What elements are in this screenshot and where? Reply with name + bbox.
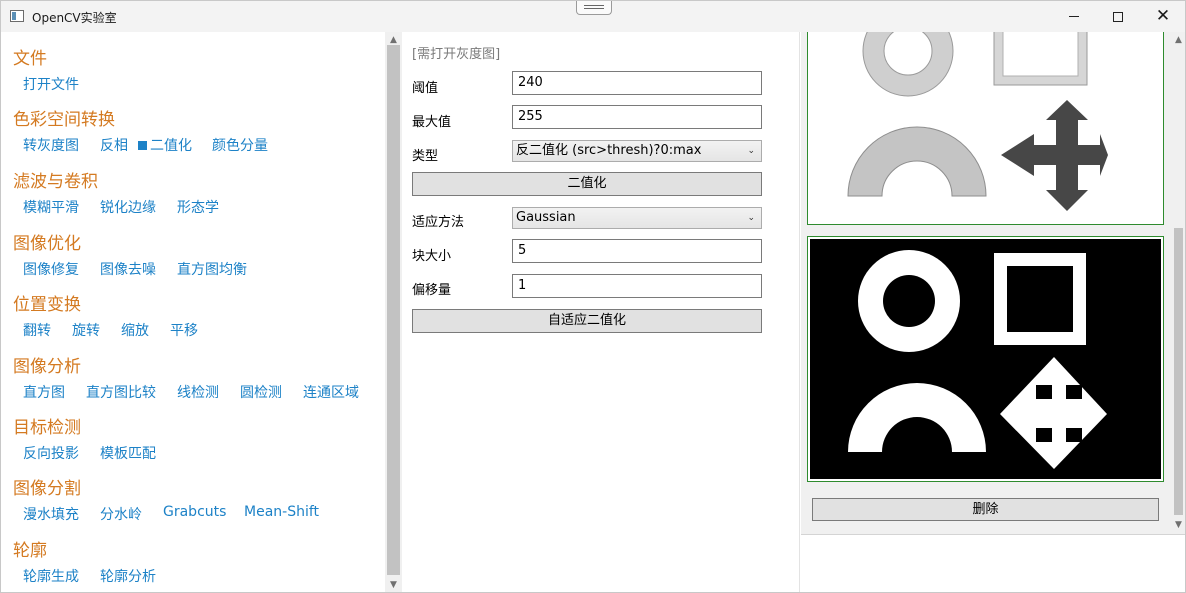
nav-item-mean-shift[interactable]: Mean-Shift [244, 504, 319, 520]
nav-item-flip[interactable]: 翻转 [23, 320, 51, 340]
nav-category: 图像优化 [13, 234, 81, 254]
nav-section-filter: 滤波与卷积 模糊平滑 锐化边缘 形态学 [13, 171, 219, 216]
source-image[interactable] [807, 32, 1164, 225]
nav-item-color-channels[interactable]: 颜色分量 [212, 135, 268, 155]
nav-item-morphology[interactable]: 形态学 [177, 197, 219, 217]
binarize-button[interactable]: 二值化 [412, 172, 762, 196]
image-results-panel: 删除 [801, 32, 1170, 534]
nav-item-back-projection[interactable]: 反向投影 [23, 443, 79, 463]
nav-section-detection: 目标检测 反向投影 模板匹配 [13, 417, 156, 462]
scroll-thumb[interactable] [1174, 228, 1183, 515]
nav-category: 图像分析 [13, 357, 81, 377]
chevron-down-icon: ⌄ [747, 146, 755, 156]
nav-item-hist-equalize[interactable]: 直方图均衡 [177, 259, 247, 279]
drag-handle[interactable] [576, 1, 612, 15]
nav-scrollbar[interactable]: ▲ ▼ [385, 32, 402, 592]
offset-input[interactable]: 1 [512, 274, 762, 298]
scroll-up-icon[interactable]: ▲ [1170, 32, 1185, 49]
nav-item-hist-compare[interactable]: 直方图比较 [86, 382, 156, 402]
output-area [801, 534, 1185, 592]
image-scrollbar[interactable]: ▲ ▼ [1170, 32, 1185, 534]
close-button[interactable]: ✕ [1140, 1, 1185, 32]
app-window: OpenCV实验室 ✕ 文件 打开文件 色彩空间转换 转灰度图 反相 二值化 颜… [0, 0, 1186, 593]
type-label: 类型 [412, 149, 439, 164]
nav-item-translate[interactable]: 平移 [170, 320, 198, 340]
delete-button[interactable]: 删除 [812, 498, 1159, 521]
minimize-button[interactable] [1051, 1, 1097, 32]
adaptive-binarize-button[interactable]: 自适应二值化 [412, 309, 762, 333]
nav-item-invert[interactable]: 反相 [100, 135, 128, 155]
nav-section-contour: 轮廓 轮廓生成 轮廓分析 [13, 540, 156, 585]
max-value-input[interactable]: 255 [512, 105, 762, 129]
maximize-button[interactable] [1095, 1, 1141, 32]
maximize-icon [1113, 11, 1123, 22]
nav-item-contour-generate[interactable]: 轮廓生成 [23, 566, 79, 586]
nav-item-contour-analyze[interactable]: 轮廓分析 [100, 566, 156, 586]
minimize-icon [1069, 16, 1079, 17]
grayscale-hint: [需打开灰度图] [412, 47, 501, 62]
nav-item-template-match[interactable]: 模板匹配 [100, 443, 156, 463]
operation-nav: 文件 打开文件 色彩空间转换 转灰度图 反相 二值化 颜色分量 滤波与卷积 模糊… [1, 32, 401, 592]
nav-category: 文件 [13, 49, 47, 69]
nav-section-segmentation: 图像分割 漫水填充 分水岭 Grabcuts Mean-Shift [13, 478, 319, 523]
nav-section-optimize: 图像优化 图像修复 图像去噪 直方图均衡 [13, 233, 247, 278]
source-image-canvas [808, 32, 1163, 224]
nav-item-grayscale[interactable]: 转灰度图 [23, 135, 79, 155]
chevron-down-icon: ⌄ [747, 213, 755, 223]
binarized-shapes [810, 239, 1161, 479]
nav-category: 轮廓 [13, 541, 47, 561]
title-bar[interactable]: OpenCV实验室 ✕ [1, 1, 1185, 32]
scroll-thumb[interactable] [387, 45, 400, 575]
app-icon [10, 10, 24, 22]
panel-divider[interactable] [799, 32, 800, 592]
nav-category: 色彩空间转换 [13, 110, 115, 130]
threshold-label: 阈值 [412, 81, 439, 96]
result-image[interactable] [807, 236, 1164, 482]
adaptive-method-label: 适应方法 [412, 215, 465, 230]
scroll-down-icon[interactable]: ▼ [385, 577, 402, 592]
nav-category: 目标检测 [13, 418, 81, 438]
nav-item-rotate[interactable]: 旋转 [72, 320, 100, 340]
nav-item-grabcuts[interactable]: Grabcuts [163, 504, 226, 520]
parameter-panel: [需打开灰度图] 阈值 240 最大值 255 类型 反二值化 (src>thr… [402, 32, 799, 592]
nav-item-sharpen[interactable]: 锐化边缘 [100, 197, 156, 217]
nav-item-binarize[interactable]: 二值化 [138, 135, 192, 155]
nav-category: 滤波与卷积 [13, 172, 98, 192]
scroll-down-icon[interactable]: ▼ [1170, 517, 1185, 534]
result-image-canvas [810, 239, 1161, 479]
offset-label: 偏移量 [412, 283, 452, 298]
adaptive-method-select[interactable]: Gaussian ⌄ [512, 207, 762, 229]
nav-item-open-file[interactable]: 打开文件 [23, 74, 79, 94]
nav-item-watershed[interactable]: 分水岭 [100, 504, 142, 524]
threshold-type-select[interactable]: 反二值化 (src>thresh)?0:max ⌄ [512, 140, 762, 162]
nav-item-histogram[interactable]: 直方图 [23, 382, 65, 402]
nav-item-flood-fill[interactable]: 漫水填充 [23, 504, 79, 524]
nav-category: 图像分割 [13, 479, 81, 499]
nav-item-blur[interactable]: 模糊平滑 [23, 197, 79, 217]
nav-item-inpaint[interactable]: 图像修复 [23, 259, 79, 279]
nav-item-scale[interactable]: 缩放 [121, 320, 149, 340]
nav-item-circle-detect[interactable]: 圆检测 [240, 382, 282, 402]
nav-section-transform: 位置变换 翻转 旋转 缩放 平移 [13, 294, 198, 339]
close-icon: ✕ [1155, 6, 1171, 26]
window-title: OpenCV实验室 [32, 11, 117, 25]
nav-item-denoise[interactable]: 图像去噪 [100, 259, 156, 279]
threshold-type-value: 反二值化 (src>thresh)?0:max [516, 143, 702, 158]
threshold-input[interactable]: 240 [512, 71, 762, 95]
adaptive-method-value: Gaussian [516, 210, 576, 225]
nav-section-file: 文件 打开文件 [13, 48, 79, 93]
nav-category: 位置变换 [13, 295, 81, 315]
nav-section-color-space: 色彩空间转换 转灰度图 反相 二值化 颜色分量 [13, 109, 268, 154]
nav-item-connected-components[interactable]: 连通区域 [303, 382, 359, 402]
max-value-label: 最大值 [412, 115, 452, 130]
block-size-label: 块大小 [412, 249, 452, 264]
nav-item-line-detect[interactable]: 线检测 [177, 382, 219, 402]
block-size-input[interactable]: 5 [512, 239, 762, 263]
nav-section-analysis: 图像分析 直方图 直方图比较 线检测 圆检测 连通区域 [13, 356, 359, 401]
